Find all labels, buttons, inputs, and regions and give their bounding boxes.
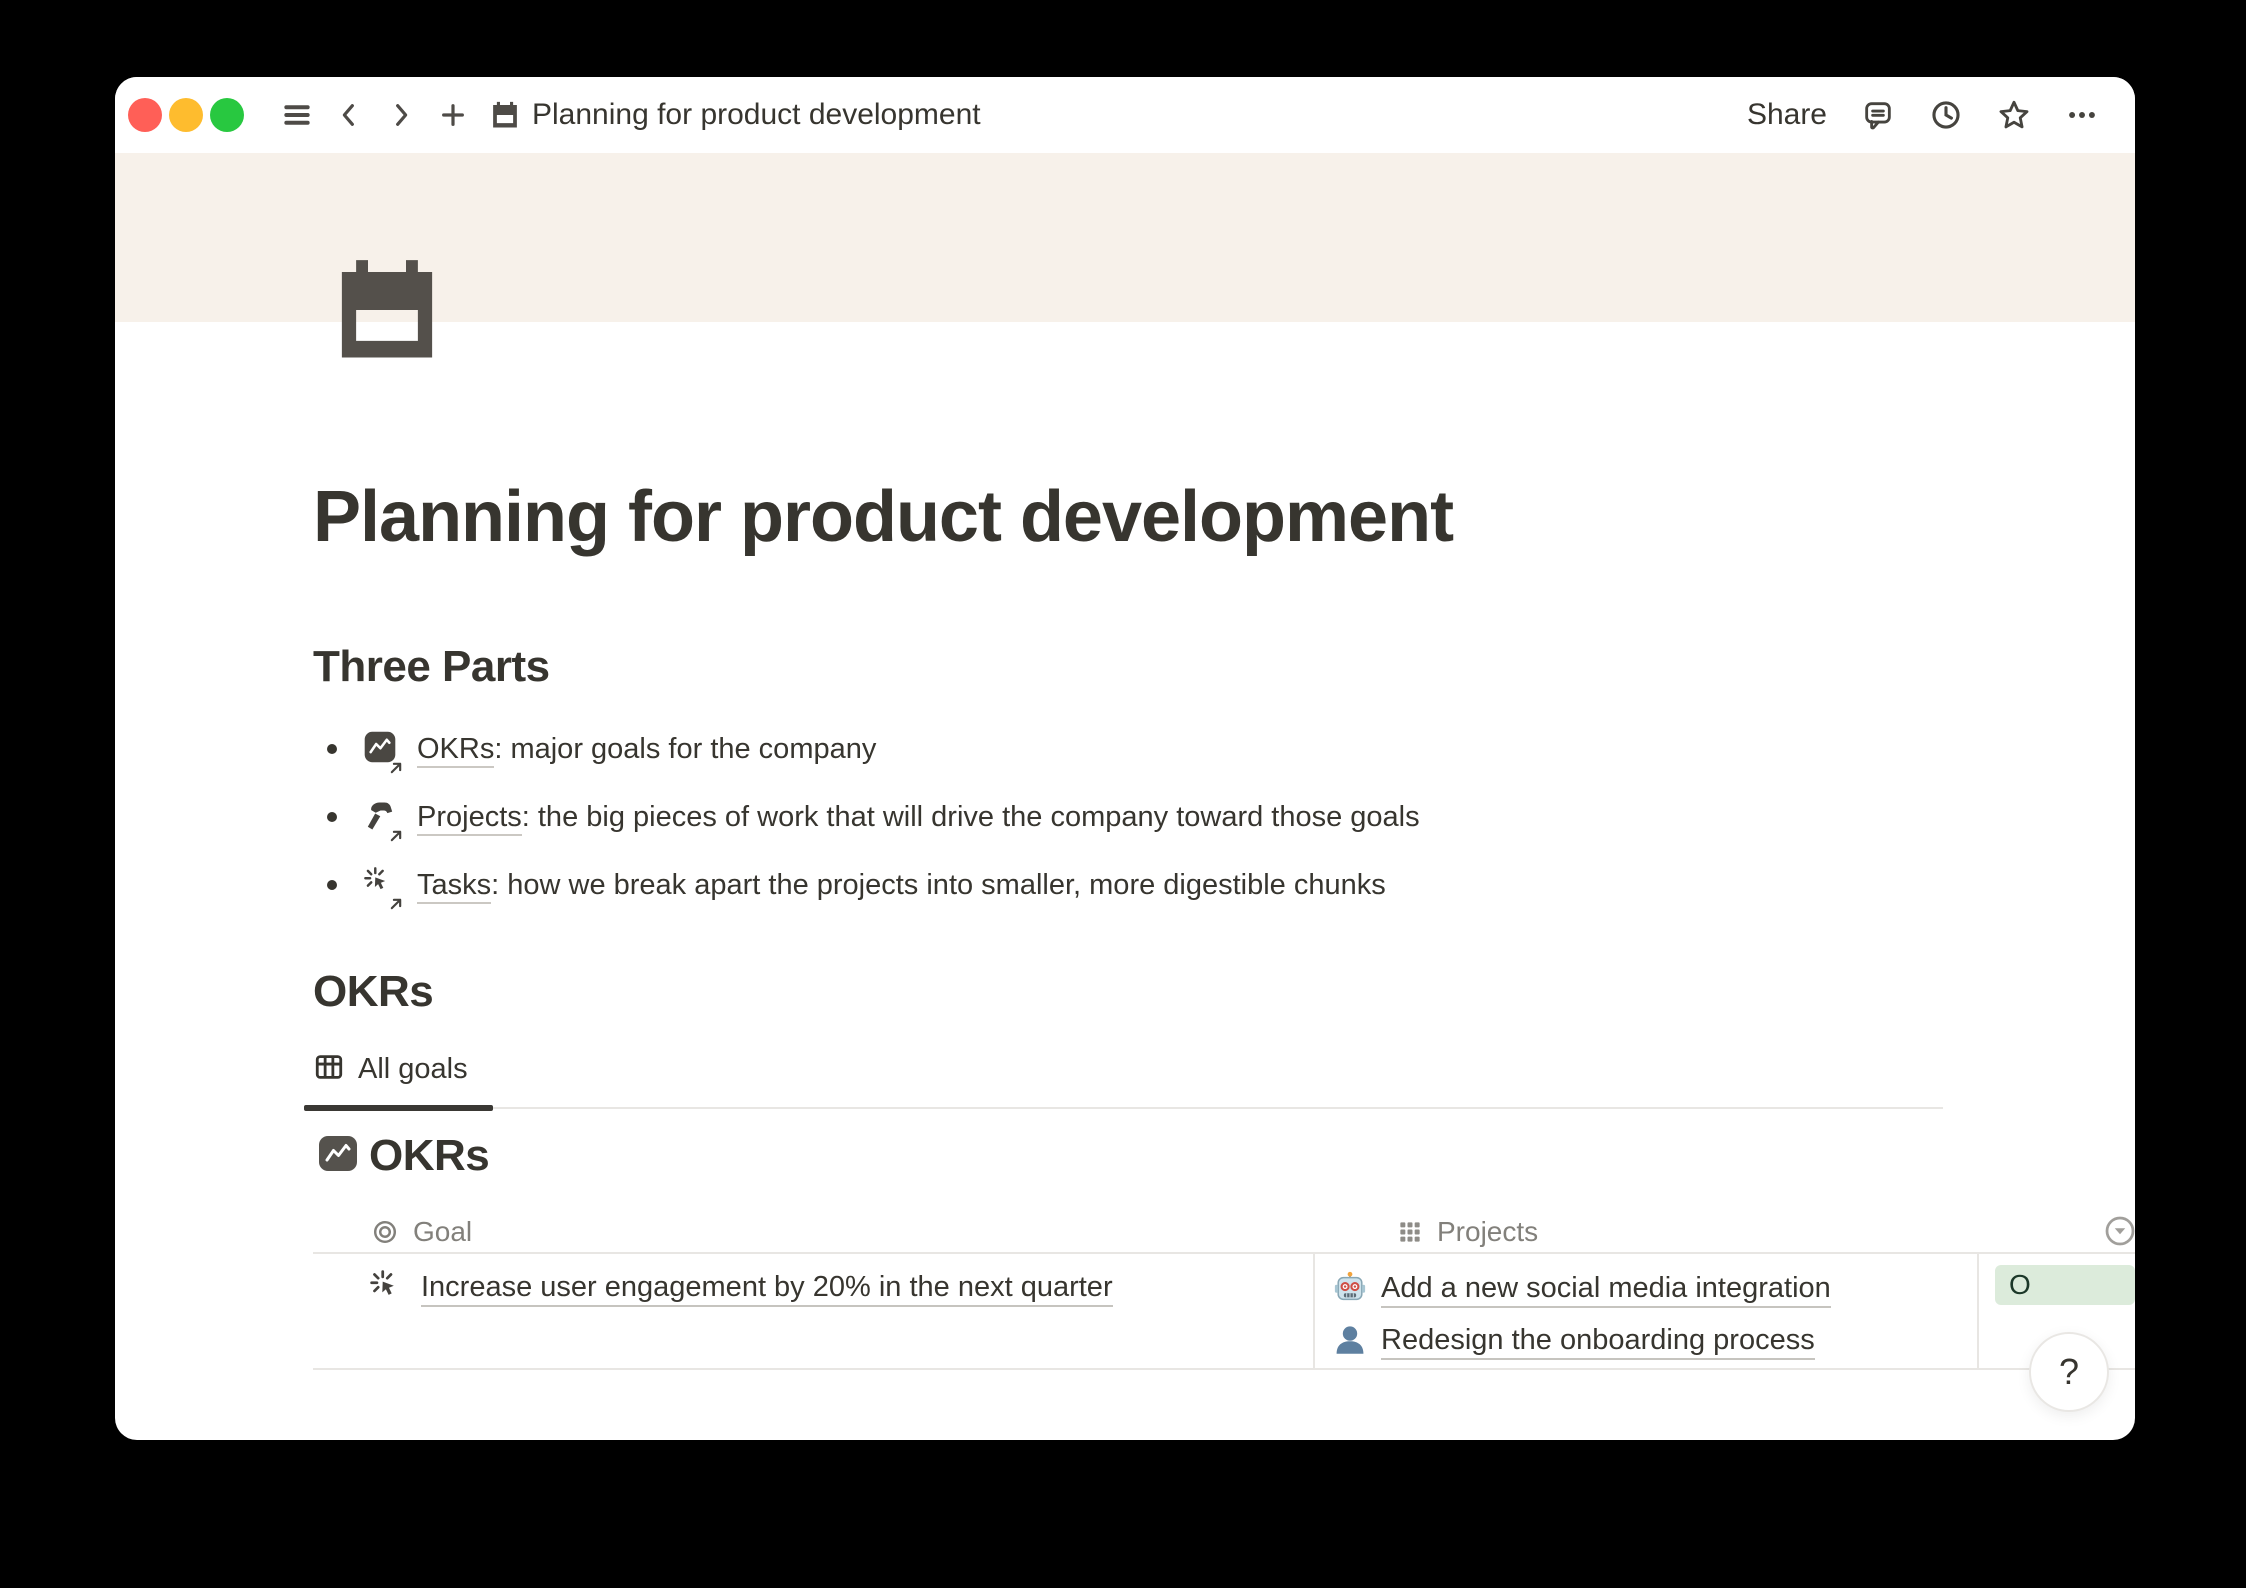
table-view-icon (313, 1051, 345, 1088)
project-entry: Add a new social media integration (1333, 1264, 1977, 1316)
tasks-page-link[interactable]: Tasks (417, 869, 491, 904)
project-entry: Redesign the onboarding process (1333, 1316, 1977, 1368)
favorite-star-icon[interactable] (1997, 98, 2031, 132)
database-title-link[interactable]: OKRs (369, 1131, 489, 1181)
robot-emoji (1333, 1271, 1367, 1310)
page-title: Planning for product development (313, 475, 2135, 560)
page-calendar-icon[interactable] (330, 253, 444, 367)
goal-cell: Increase user engagement by 20% in the n… (313, 1254, 1313, 1368)
table-header-row: Goal Projects (313, 1211, 2135, 1254)
column-header-projects[interactable]: Projects (1379, 1211, 2088, 1252)
breadcrumb[interactable]: Planning for product development (532, 98, 981, 132)
zoom-window-button[interactable] (210, 98, 244, 132)
chart-increasing-icon (318, 1135, 358, 1177)
three-parts-list: OKRs: major goals for the company (313, 715, 2135, 919)
bullet-description: : how we break apart the projects into s… (491, 869, 1386, 901)
titlebar: Planning for product development Share (115, 77, 2135, 153)
view-tab-strip: All goals (313, 1047, 1943, 1109)
column-header-goal[interactable]: Goal (313, 1211, 1379, 1252)
project-page-link[interactable]: Add a new social media integration (1381, 1272, 1831, 1308)
bullet-dot (327, 812, 337, 822)
collapse-column-icon[interactable] (2105, 1216, 2135, 1246)
target-icon (371, 1218, 399, 1246)
forward-icon[interactable] (384, 98, 418, 132)
relation-grid-icon (1397, 1219, 1423, 1245)
okrs-table: Goal Projects (313, 1211, 2135, 1370)
hammer-icon (363, 797, 403, 837)
okrs-heading: OKRs (313, 963, 2135, 1020)
share-button[interactable]: Share (1747, 98, 1827, 132)
link-arrow-icon (386, 889, 406, 909)
table-row: Increase user engagement by 20% in the n… (313, 1254, 2135, 1370)
comments-icon[interactable] (1861, 98, 1895, 132)
column-header-label: Goal (413, 1216, 472, 1248)
bullet-description: : the big pieces of work that will drive… (522, 801, 1420, 833)
traffic-lights (128, 98, 244, 132)
tab-label: All goals (358, 1053, 468, 1086)
okrs-page-link[interactable]: OKRs (417, 733, 494, 768)
link-arrow-icon (386, 753, 406, 773)
list-item: Tasks: how we break apart the projects i… (313, 851, 2135, 919)
list-item: OKRs: major goals for the company (313, 715, 2135, 783)
new-tab-icon[interactable] (436, 98, 470, 132)
project-page-link[interactable]: Redesign the onboarding process (1381, 1324, 1815, 1360)
list-item: Projects: the big pieces of work that wi… (313, 783, 2135, 851)
close-window-button[interactable] (128, 98, 162, 132)
click-burst-icon (363, 865, 403, 905)
tab-all-goals[interactable]: All goals (313, 1047, 468, 1091)
active-tab-underline (304, 1105, 493, 1111)
app-window: Planning for product development Share (115, 77, 2135, 1440)
projects-page-link[interactable]: Projects (417, 801, 522, 836)
bullet-dot (327, 744, 337, 754)
link-arrow-icon (386, 821, 406, 841)
person-emoji (1333, 1323, 1367, 1362)
goal-page-link[interactable]: Increase user engagement by 20% in the n… (421, 1271, 1113, 1307)
bullet-description: : major goals for the company (494, 733, 876, 765)
column-header-label: Projects (1437, 1216, 1538, 1248)
three-parts-heading: Three Parts (313, 638, 2135, 695)
more-options-icon[interactable] (2065, 98, 2099, 132)
back-icon[interactable] (332, 98, 366, 132)
projects-cell: Add a new social media integration Redes… (1313, 1254, 1977, 1368)
chart-increasing-icon (363, 729, 403, 769)
sidebar-menu-icon[interactable] (280, 98, 314, 132)
updates-clock-icon[interactable] (1929, 98, 1963, 132)
minimize-window-button[interactable] (169, 98, 203, 132)
breadcrumb-calendar-icon (488, 98, 522, 132)
database-title-row: OKRs (318, 1131, 2135, 1181)
help-button[interactable]: ? (2029, 1332, 2109, 1412)
click-burst-icon (369, 1269, 407, 1312)
status-badge[interactable]: O (1995, 1265, 2135, 1305)
bullet-dot (327, 880, 337, 890)
